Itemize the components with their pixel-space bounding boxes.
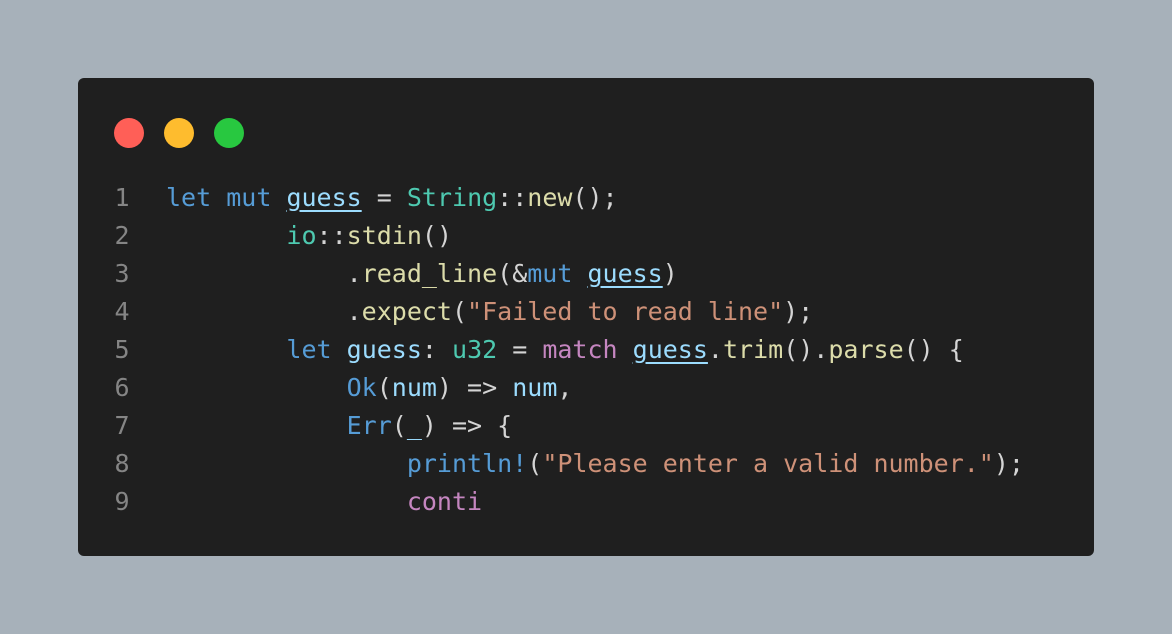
code-token: "Failed to read line" xyxy=(467,297,784,326)
code-token: num xyxy=(391,373,437,402)
code-token: ) xyxy=(662,259,678,288)
code-token: ( xyxy=(451,297,468,326)
code-text: println!("Please enter a valid number.")… xyxy=(166,445,1024,483)
code-token: let xyxy=(286,335,332,364)
code-token: . xyxy=(707,335,723,364)
code-line[interactable]: 4 .expect("Failed to read line"); xyxy=(78,293,1024,331)
code-token: (). xyxy=(783,335,829,364)
code-token: String xyxy=(406,183,498,212)
code-text: conti xyxy=(166,483,482,521)
code-token: (& xyxy=(497,259,528,288)
code-token: println! xyxy=(406,449,528,478)
code-text: Ok(num) => num, xyxy=(166,369,573,407)
code-token: ); xyxy=(993,449,1024,478)
line-number: 5 xyxy=(114,335,130,364)
code-token: . xyxy=(166,259,362,288)
code-token: ) => xyxy=(436,373,513,402)
code-token: = xyxy=(361,183,407,212)
code-token: :: xyxy=(316,221,347,250)
line-number: 2 xyxy=(114,221,130,250)
line-number: 3 xyxy=(114,259,130,288)
code-window: 1 let mut guess = String::new(); 2 io::std… xyxy=(78,78,1094,556)
line-number: 6 xyxy=(114,373,130,402)
code-token: conti xyxy=(406,487,483,516)
code-text: let guess: u32 = match guess.trim().pars… xyxy=(166,331,964,369)
code-text: Err(_) => { xyxy=(166,407,513,445)
code-token: () xyxy=(421,221,453,250)
code-line[interactable]: 6 Ok(num) => num, xyxy=(78,369,1024,407)
code-text: .read_line(&mut guess) xyxy=(166,255,678,293)
close-button[interactable] xyxy=(114,118,144,148)
code-token: ) => { xyxy=(421,411,513,440)
code-token: = xyxy=(497,335,543,364)
code-token: guess xyxy=(632,335,708,364)
code-token: let xyxy=(166,183,212,212)
code-token: parse xyxy=(828,335,904,364)
code-line[interactable]: 3 .read_line(&mut guess) xyxy=(78,255,1024,293)
code-editor[interactable]: 1 let mut guess = String::new(); 2 io::std… xyxy=(78,179,1024,521)
code-token: Ok xyxy=(346,373,377,402)
code-token: ); xyxy=(783,297,814,326)
code-token: new xyxy=(527,183,573,212)
code-token: num xyxy=(512,373,558,402)
code-token: :: xyxy=(497,183,528,212)
minimize-button[interactable] xyxy=(164,118,194,148)
code-token: Err xyxy=(346,411,392,440)
code-token: io xyxy=(286,221,317,250)
code-text: .expect("Failed to read line"); xyxy=(166,293,814,331)
code-token: expect xyxy=(361,297,452,326)
code-line[interactable]: 2 io::stdin() xyxy=(78,217,1024,255)
code-token: guess xyxy=(286,183,362,212)
code-token: , xyxy=(557,373,573,402)
line-number: 8 xyxy=(114,449,130,478)
code-token: (); xyxy=(572,183,618,212)
line-number: 9 xyxy=(114,487,130,516)
code-line[interactable]: 7 Err(_) => { xyxy=(78,407,1024,445)
code-line[interactable]: 9 conti xyxy=(78,483,1024,521)
code-line[interactable]: 1 let mut guess = String::new(); xyxy=(78,179,1024,217)
code-text: let mut guess = String::new(); xyxy=(166,179,618,217)
code-token: mut xyxy=(226,183,272,212)
code-token: guess xyxy=(587,259,663,288)
code-token: trim xyxy=(722,335,784,364)
code-token: ( xyxy=(376,373,392,402)
code-token: ( xyxy=(527,449,543,478)
line-number: 4 xyxy=(114,297,130,326)
code-token: match xyxy=(542,335,618,364)
code-token: () { xyxy=(903,335,964,364)
code-token: stdin xyxy=(346,221,422,250)
window-controls xyxy=(114,118,244,148)
code-token: "Please enter a valid number." xyxy=(542,449,994,478)
code-line[interactable]: 5 let guess: u32 = match guess.trim().pa… xyxy=(78,331,1024,369)
code-token: mut xyxy=(527,259,573,288)
code-text: io::stdin() xyxy=(166,217,452,255)
code-token: _ xyxy=(406,411,422,440)
code-line[interactable]: 8 println!("Please enter a valid number.… xyxy=(78,445,1024,483)
line-number: 7 xyxy=(114,411,130,440)
line-number: 1 xyxy=(114,183,130,212)
code-token: . xyxy=(166,297,362,326)
code-token: u32 xyxy=(452,335,498,364)
code-token: guess xyxy=(346,335,422,364)
maximize-button[interactable] xyxy=(214,118,244,148)
code-token: read_line xyxy=(361,259,498,288)
code-token: : xyxy=(421,335,453,364)
code-token: ( xyxy=(391,411,407,440)
